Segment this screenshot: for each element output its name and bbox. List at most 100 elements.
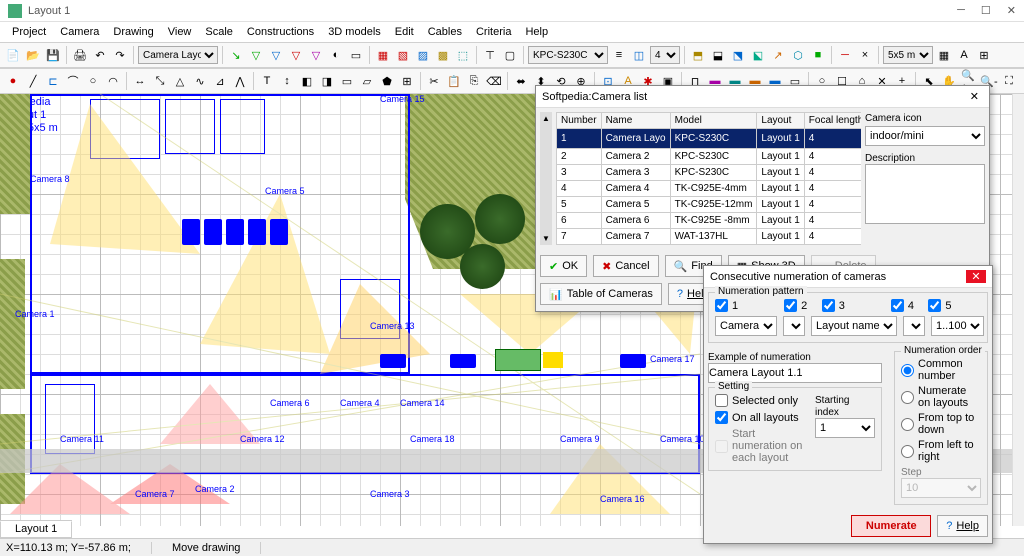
- redo-icon[interactable]: ↷: [111, 46, 129, 64]
- tool-icon[interactable]: ⊞: [975, 46, 993, 64]
- menu-edit[interactable]: Edit: [389, 24, 420, 40]
- tool-icon[interactable]: ─: [836, 46, 854, 64]
- tool-icon[interactable]: ∿: [191, 72, 209, 90]
- new-icon[interactable]: 📄: [4, 46, 22, 64]
- vertical-scrollbar[interactable]: [1012, 94, 1024, 526]
- help-button[interactable]: ?Help: [937, 515, 988, 537]
- tool-icon[interactable]: ⊏: [44, 72, 62, 90]
- tool-icon[interactable]: ↘: [227, 46, 245, 64]
- order-topdown-radio[interactable]: [901, 418, 914, 431]
- tool-icon[interactable]: ◫: [630, 46, 648, 64]
- menu-3dmodels[interactable]: 3D models: [322, 24, 387, 40]
- tool-icon[interactable]: ▦: [374, 46, 392, 64]
- tool-icon[interactable]: T: [258, 72, 276, 90]
- tool-icon[interactable]: ▧: [394, 46, 412, 64]
- tab-layout-1[interactable]: Layout 1: [0, 521, 72, 538]
- col3-check[interactable]: [822, 299, 835, 312]
- grid-icon[interactable]: ▦: [935, 46, 953, 64]
- close-icon[interactable]: ✕: [966, 90, 983, 103]
- numerate-button[interactable]: Numerate: [851, 515, 931, 537]
- tool-icon[interactable]: ╱: [24, 72, 42, 90]
- cancel-button[interactable]: ✖Cancel: [593, 255, 658, 277]
- tool-icon[interactable]: ◧: [298, 72, 316, 90]
- tool-icon[interactable]: ⬚: [454, 46, 472, 64]
- tool-icon[interactable]: ⌫: [485, 72, 503, 90]
- sel-5[interactable]: 1..100: [931, 316, 984, 336]
- tool-icon[interactable]: ▭: [347, 46, 365, 64]
- selected-only-check[interactable]: [715, 394, 728, 407]
- zoom-fit-icon[interactable]: ⛶: [1000, 72, 1018, 90]
- tool-icon[interactable]: ▽: [307, 46, 325, 64]
- menu-camera[interactable]: Camera: [54, 24, 105, 40]
- tool-icon[interactable]: ⬔: [729, 46, 747, 64]
- save-icon[interactable]: 💾: [44, 46, 62, 64]
- camera-select[interactable]: Camera Layo: [138, 46, 218, 64]
- col2-check[interactable]: [784, 299, 797, 312]
- menu-cables[interactable]: Cables: [422, 24, 468, 40]
- tool-icon[interactable]: △: [171, 72, 189, 90]
- menu-help[interactable]: Help: [519, 24, 554, 40]
- example-input[interactable]: [708, 363, 882, 383]
- open-icon[interactable]: 📂: [24, 46, 42, 64]
- grid-select[interactable]: 5x5 m: [883, 46, 933, 64]
- num-select[interactable]: 4: [650, 46, 680, 64]
- order-common-radio[interactable]: [901, 364, 914, 377]
- menu-criteria[interactable]: Criteria: [470, 24, 517, 40]
- tool-icon[interactable]: ↔: [131, 72, 149, 90]
- sel-1[interactable]: Camera: [715, 316, 777, 336]
- tool-icon[interactable]: ▽: [287, 46, 305, 64]
- table-cameras-button[interactable]: 📊Table of Cameras: [540, 283, 662, 305]
- minimize-button[interactable]: ─: [957, 4, 965, 17]
- tool-icon[interactable]: ⬌: [512, 72, 530, 90]
- tool-icon[interactable]: ○: [84, 72, 102, 90]
- tool-icon[interactable]: ⬟: [378, 72, 396, 90]
- tool-icon[interactable]: ↗: [769, 46, 787, 64]
- tool-icon[interactable]: ⊞: [398, 72, 416, 90]
- tool-icon[interactable]: ⊿: [211, 72, 229, 90]
- tool-icon[interactable]: ◠: [104, 72, 122, 90]
- tool-icon[interactable]: ▽: [247, 46, 265, 64]
- tool-icon[interactable]: 📋: [445, 72, 463, 90]
- col1-check[interactable]: [715, 299, 728, 312]
- close-button[interactable]: ✕: [1007, 4, 1016, 17]
- tool-icon[interactable]: ■: [809, 46, 827, 64]
- tool-icon[interactable]: ▨: [414, 46, 432, 64]
- tool-icon[interactable]: ▭: [338, 72, 356, 90]
- undo-icon[interactable]: ↶: [91, 46, 109, 64]
- tool-icon[interactable]: ⋀: [231, 72, 249, 90]
- tool-icon[interactable]: ●: [4, 72, 22, 90]
- table-row[interactable]: 6Camera 6TK-C925E -8mmLayout 14704*576: [557, 213, 862, 229]
- menu-drawing[interactable]: Drawing: [107, 24, 159, 40]
- tool-icon[interactable]: ▱: [358, 72, 376, 90]
- tool-icon[interactable]: ×: [856, 46, 874, 64]
- sel-3[interactable]: Layout name: [811, 316, 897, 336]
- order-leftright-radio[interactable]: [901, 445, 914, 458]
- start-index-select[interactable]: 1: [815, 418, 875, 438]
- order-layouts-radio[interactable]: [901, 391, 914, 404]
- description-textarea[interactable]: [865, 164, 985, 224]
- col5-check[interactable]: [928, 299, 941, 312]
- table-row[interactable]: 7Camera 7WAT-137HLLayout 14704*576: [557, 229, 862, 245]
- tool-icon[interactable]: ▩: [434, 46, 452, 64]
- model-select[interactable]: KPC-S230C: [528, 46, 608, 64]
- close-icon[interactable]: ✕: [966, 270, 986, 283]
- tool-icon[interactable]: A: [955, 46, 973, 64]
- table-row[interactable]: 5Camera 5TK-C925E-12mmLayout 14704*576: [557, 197, 862, 213]
- camera-icon-select[interactable]: indoor/mini: [865, 126, 985, 146]
- tool-icon[interactable]: ⬒: [689, 46, 707, 64]
- tool-icon[interactable]: ▢: [501, 46, 519, 64]
- menu-constructions[interactable]: Constructions: [241, 24, 320, 40]
- table-row[interactable]: 2Camera 2KPC-S230CLayout 14500*576: [557, 149, 862, 165]
- print-icon[interactable]: 🖨: [71, 46, 89, 64]
- tool-icon[interactable]: ◐: [327, 46, 345, 64]
- scroll-up-icon[interactable]: ▲: [542, 114, 550, 123]
- table-row[interactable]: 1Camera LayoKPC-S230CLayout 14500*576: [557, 129, 862, 149]
- ok-button[interactable]: ✔OK: [540, 255, 587, 277]
- scroll-down-icon[interactable]: ▼: [542, 234, 550, 243]
- tool-icon[interactable]: ✂: [425, 72, 443, 90]
- tool-icon[interactable]: ≡: [610, 46, 628, 64]
- menu-project[interactable]: Project: [6, 24, 52, 40]
- tool-icon[interactable]: ▽: [267, 46, 285, 64]
- tool-icon[interactable]: ⬡: [789, 46, 807, 64]
- tool-icon[interactable]: ⤡: [151, 72, 169, 90]
